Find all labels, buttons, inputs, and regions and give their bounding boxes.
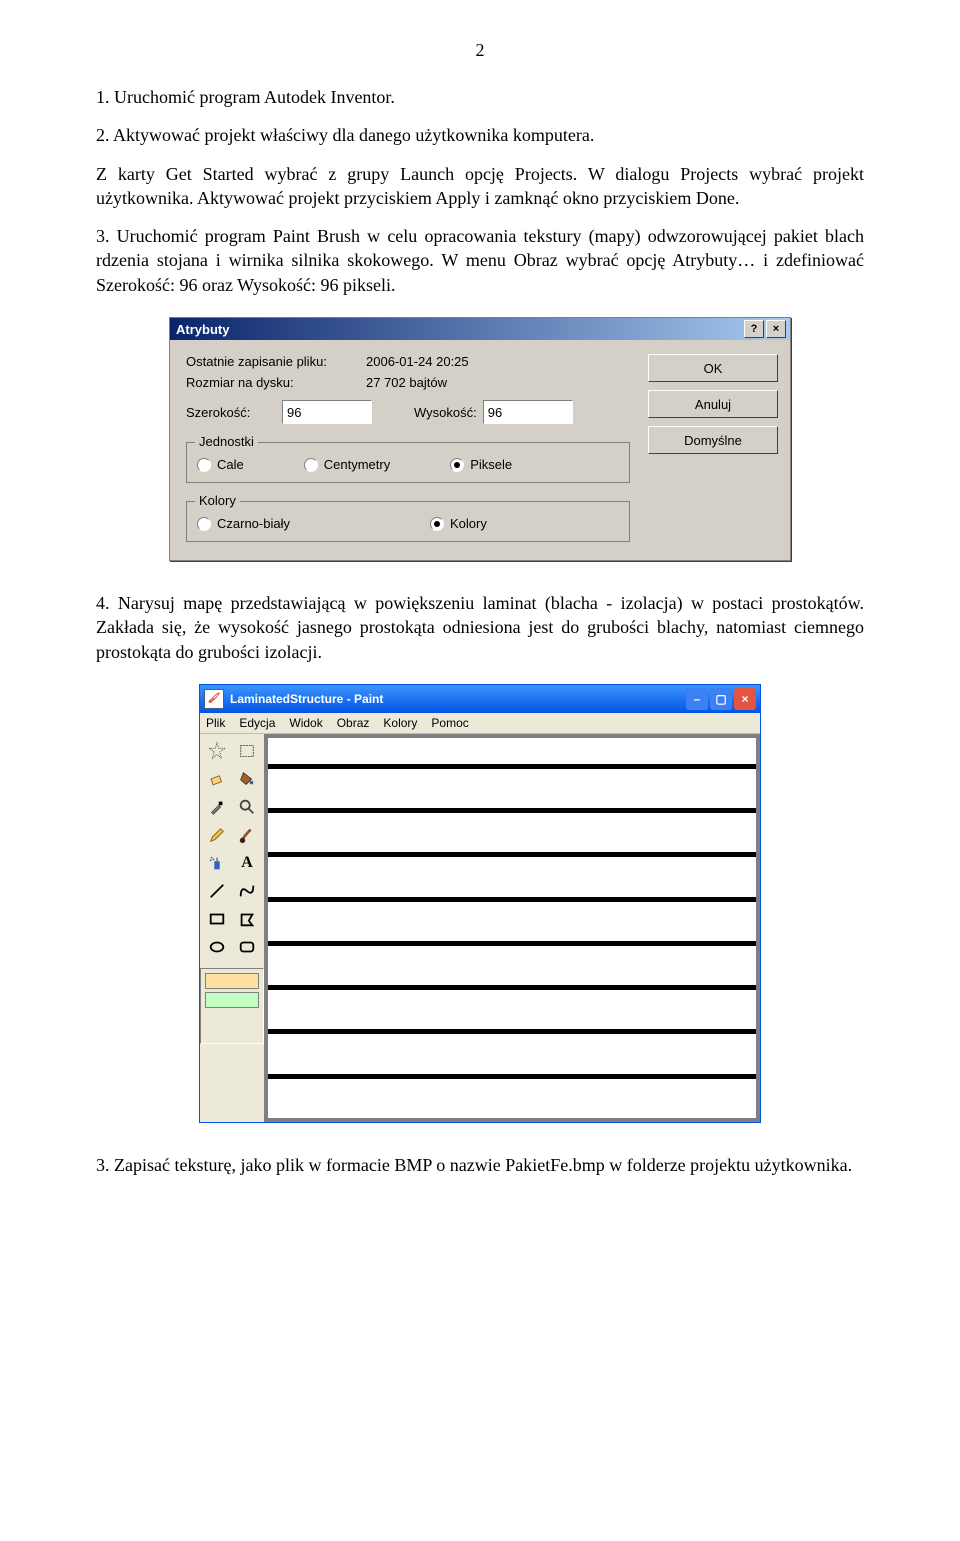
step-3: 3. Uruchomić program Paint Brush w celu … [96, 224, 864, 297]
height-label: Wysokość: [414, 405, 477, 420]
close-window-button[interactable]: × [734, 688, 756, 710]
radio-inches[interactable]: Cale [197, 457, 244, 472]
text-icon[interactable]: A [233, 850, 261, 876]
minimize-button[interactable]: – [686, 688, 708, 710]
star-select-icon[interactable] [203, 738, 231, 764]
step-1: 1. Uruchomić program Autodek Inventor. [96, 85, 864, 109]
line-icon[interactable] [203, 878, 231, 904]
spray-icon[interactable] [203, 850, 231, 876]
radio-colors-label: Kolory [450, 516, 487, 531]
paint-app-icon: 🖌 [204, 689, 224, 709]
paint-menubar: Plik Edycja Widok Obraz Kolory Pomoc [200, 713, 760, 734]
paint-canvas-frame [264, 734, 760, 1122]
picker-icon[interactable] [203, 794, 231, 820]
default-button[interactable]: Domyślne [648, 426, 778, 454]
ok-button[interactable]: OK [648, 354, 778, 382]
colors-title: Kolory [195, 493, 240, 508]
rect-select-icon[interactable] [233, 738, 261, 764]
menu-edit[interactable]: Edycja [239, 716, 275, 730]
disk-size-value: 27 702 bajtów [366, 375, 447, 390]
dialog-titlebar: Atrybuty ? × [170, 318, 790, 340]
help-button[interactable]: ? [744, 320, 764, 338]
height-input[interactable] [483, 400, 573, 424]
paint-toolbox: A [200, 734, 264, 1122]
paint-window: 🖌 LaminatedStructure - Paint – ▢ × Plik … [199, 684, 761, 1123]
width-label: Szerokość: [186, 405, 276, 420]
step-2-detail: Z karty Get Started wybrać z grupy Launc… [96, 162, 864, 211]
tool-option-2[interactable] [205, 992, 259, 1008]
brush-icon[interactable] [233, 822, 261, 848]
radio-pixels[interactable]: Piksele [450, 457, 512, 472]
step-save: 3. Zapisać teksturę, jako plik w formaci… [96, 1153, 864, 1177]
units-group: Jednostki Cale Centymetry Piksele [186, 442, 630, 483]
close-button[interactable]: × [766, 320, 786, 338]
page-number: 2 [96, 40, 864, 61]
radio-colors[interactable]: Kolory [430, 516, 487, 531]
width-input[interactable] [282, 400, 372, 424]
eraser-icon[interactable] [203, 766, 231, 792]
attributes-dialog: Atrybuty ? × Ostatnie zapisanie pliku: 2… [169, 317, 791, 561]
radio-cm[interactable]: Centymetry [304, 457, 390, 472]
rect-icon[interactable] [203, 906, 231, 932]
menu-help[interactable]: Pomoc [431, 716, 468, 730]
fill-icon[interactable] [233, 766, 261, 792]
tool-option-1[interactable] [205, 973, 259, 989]
step-4: 4. Narysuj mapę przedstawiającą w powięk… [96, 591, 864, 664]
zoom-icon[interactable] [233, 794, 261, 820]
menu-file[interactable]: Plik [206, 716, 225, 730]
menu-image[interactable]: Obraz [337, 716, 370, 730]
radio-cm-label: Centymetry [324, 457, 390, 472]
units-title: Jednostki [195, 434, 258, 449]
polygon-icon[interactable] [233, 906, 261, 932]
last-save-value: 2006-01-24 20:25 [366, 354, 469, 369]
cancel-button[interactable]: Anuluj [648, 390, 778, 418]
radio-bw-label: Czarno-biały [217, 516, 290, 531]
radio-inches-label: Cale [217, 457, 244, 472]
maximize-button[interactable]: ▢ [710, 688, 732, 710]
last-save-label: Ostatnie zapisanie pliku: [186, 354, 366, 369]
menu-view[interactable]: Widok [289, 716, 322, 730]
paint-title: LaminatedStructure - Paint [230, 692, 684, 706]
radio-pixels-label: Piksele [470, 457, 512, 472]
disk-size-label: Rozmiar na dysku: [186, 375, 366, 390]
roundrect-icon[interactable] [233, 934, 261, 960]
step-2: 2. Aktywować projekt właściwy dla danego… [96, 123, 864, 147]
paint-canvas[interactable] [268, 738, 756, 1118]
ellipse-icon[interactable] [203, 934, 231, 960]
radio-bw[interactable]: Czarno-biały [197, 516, 290, 531]
paint-titlebar: 🖌 LaminatedStructure - Paint – ▢ × [200, 685, 760, 713]
menu-colors[interactable]: Kolory [383, 716, 417, 730]
curve-icon[interactable] [233, 878, 261, 904]
dialog-title: Atrybuty [174, 322, 742, 337]
colors-group: Kolory Czarno-biały Kolory [186, 501, 630, 542]
tool-options [200, 968, 264, 1044]
pencil-icon[interactable] [203, 822, 231, 848]
